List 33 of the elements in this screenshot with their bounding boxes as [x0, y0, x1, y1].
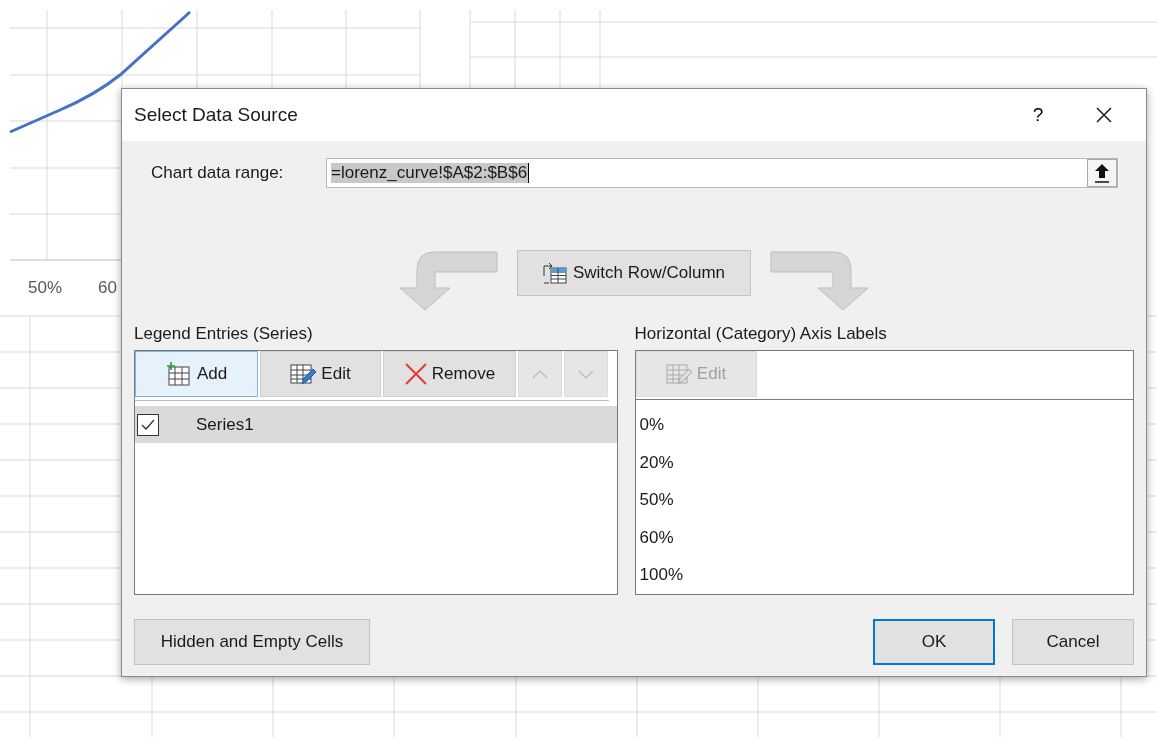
- help-button[interactable]: ?: [1010, 95, 1066, 135]
- section-heading: Legend Entries (Series): [134, 323, 314, 345]
- section-heading: Horizontal (Category) Axis Labels: [634, 323, 888, 345]
- range-field[interactable]: =lorenz_curve!$A$2:$B$6: [326, 158, 1118, 188]
- range-value: =lorenz_curve!$A$2:$B$6: [331, 163, 530, 183]
- axis-label: 50%: [28, 278, 63, 298]
- edit-button[interactable]: Edit: [260, 351, 381, 397]
- add-table-icon: [165, 362, 193, 386]
- edit-table-icon: [665, 362, 693, 386]
- axis-label-item[interactable]: 0%: [635, 406, 1133, 444]
- cancel-button[interactable]: Cancel: [1012, 619, 1134, 665]
- field-label: Chart data range:: [150, 163, 285, 183]
- remove-button[interactable]: Remove: [383, 351, 516, 397]
- add-button[interactable]: Add: [135, 351, 258, 397]
- switch-icon: [542, 262, 567, 284]
- up-arrow-icon: [1094, 163, 1110, 183]
- series-row[interactable]: Series1: [135, 406, 617, 443]
- remove-icon: [403, 362, 428, 386]
- checkbox[interactable]: [137, 413, 159, 436]
- series-name: Series1: [196, 414, 254, 435]
- close-icon: [1095, 106, 1113, 124]
- hidden-empty-cells-button[interactable]: Hidden and Empty Cells: [134, 619, 370, 665]
- ok-button[interactable]: OK: [873, 619, 995, 665]
- axis-label-item[interactable]: 20%: [635, 443, 1133, 481]
- axis-label: 60: [98, 278, 117, 298]
- dialog-title: Select Data Source: [134, 104, 299, 126]
- check-icon: [141, 418, 155, 431]
- axis-label-item[interactable]: 50%: [635, 481, 1133, 519]
- switch-row-column-button[interactable]: Switch Row/Column: [517, 250, 751, 296]
- axis-label-item[interactable]: 100%: [635, 556, 1133, 594]
- edit-table-icon: [290, 362, 318, 386]
- axis-label-item[interactable]: 60%: [635, 518, 1133, 556]
- collapse-button[interactable]: [1087, 159, 1117, 187]
